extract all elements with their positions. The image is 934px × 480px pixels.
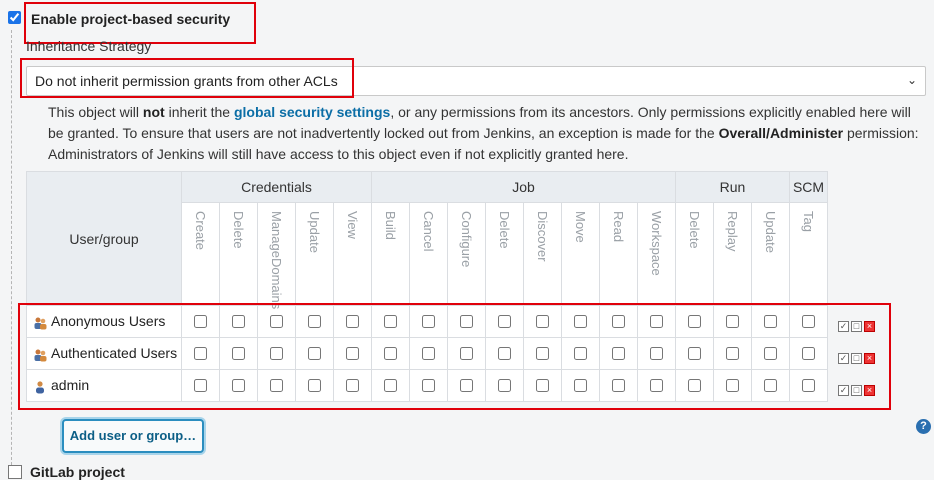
perm-header-run-replay: Replay (713, 202, 752, 306)
perm-header-job-workspace: Workspace (637, 202, 676, 306)
perm-label: Update (306, 211, 322, 253)
delete-icon[interactable]: × (864, 353, 875, 364)
perm-header-credentials-view: View (333, 202, 372, 306)
perm-label: Delete (496, 211, 512, 249)
perm-label: View (344, 211, 360, 239)
perm-label: Replay (724, 211, 740, 252)
group-header-run: Run (675, 171, 790, 203)
perm-label: Cancel (420, 211, 436, 252)
global-security-link[interactable]: global security settings (234, 104, 390, 120)
perm-label: Delete (686, 211, 702, 249)
perm-header-scm-tag: Tag (789, 202, 828, 306)
perm-label: Workspace (648, 211, 664, 276)
user-group-header: User/group (26, 171, 182, 306)
perm-header-job-configure: Configure (447, 202, 486, 306)
help-icon[interactable]: ? (916, 419, 931, 434)
perm-header-credentials-update: Update (295, 202, 334, 306)
perm-header-run-delete: Delete (675, 202, 714, 306)
row-actions: ✓ □ × (838, 353, 875, 364)
select-all-icon[interactable]: ✓ (838, 321, 849, 332)
perm-label: Configure (458, 211, 474, 268)
select-all-icon[interactable]: ✓ (838, 353, 849, 364)
perm-header-job-delete: Delete (485, 202, 524, 306)
perm-header-job-read: Read (599, 202, 638, 306)
perm-label: Create (192, 211, 208, 251)
perm-label: Delete (230, 211, 246, 249)
gitlab-project-label: GitLab project (30, 464, 125, 480)
delete-icon[interactable]: × (864, 321, 875, 332)
perm-header-credentials-create: Create (181, 202, 220, 306)
chevron-down-icon: ⌄ (906, 73, 917, 87)
row-actions: ✓ □ × (838, 385, 875, 396)
gitlab-project-checkbox[interactable] (8, 465, 22, 479)
perm-label: Tag (800, 211, 816, 232)
perm-header-run-update: Update (751, 202, 790, 306)
group-header-job: Job (371, 171, 676, 203)
copy-icon[interactable]: □ (851, 385, 862, 396)
select-all-icon[interactable]: ✓ (838, 385, 849, 396)
copy-icon[interactable]: □ (851, 321, 862, 332)
perm-header-job-build: Build (371, 202, 410, 306)
row-actions: ✓ □ × (838, 321, 875, 332)
perm-label: Discover (534, 211, 550, 262)
group-header-scm: SCM (789, 171, 828, 203)
highlight-inheritance (20, 58, 354, 98)
group-header-credentials: Credentials (181, 171, 372, 203)
delete-icon[interactable]: × (864, 385, 875, 396)
perm-label: Move (572, 211, 588, 243)
enable-security-checkbox[interactable] (8, 11, 21, 24)
perm-header-credentials-delete: Delete (219, 202, 258, 306)
perm-header-credentials-managedomains: ManageDomains (257, 202, 296, 310)
perm-header-job-move: Move (561, 202, 600, 306)
add-user-or-group-button[interactable]: Add user or group… (62, 419, 204, 453)
section-indent-line (11, 30, 12, 470)
perm-header-job-cancel: Cancel (409, 202, 448, 306)
highlight-permission-rows (18, 303, 891, 410)
perm-label: Update (762, 211, 778, 253)
perm-label: ManageDomains (268, 211, 284, 310)
perm-label: Build (382, 211, 398, 240)
copy-icon[interactable]: □ (851, 353, 862, 364)
inheritance-strategy-label: Inheritance Strategy (26, 38, 152, 54)
perm-header-job-discover: Discover (523, 202, 562, 306)
perm-label: Read (610, 211, 626, 243)
inheritance-help-text: This object will not inherit the global … (48, 104, 919, 162)
